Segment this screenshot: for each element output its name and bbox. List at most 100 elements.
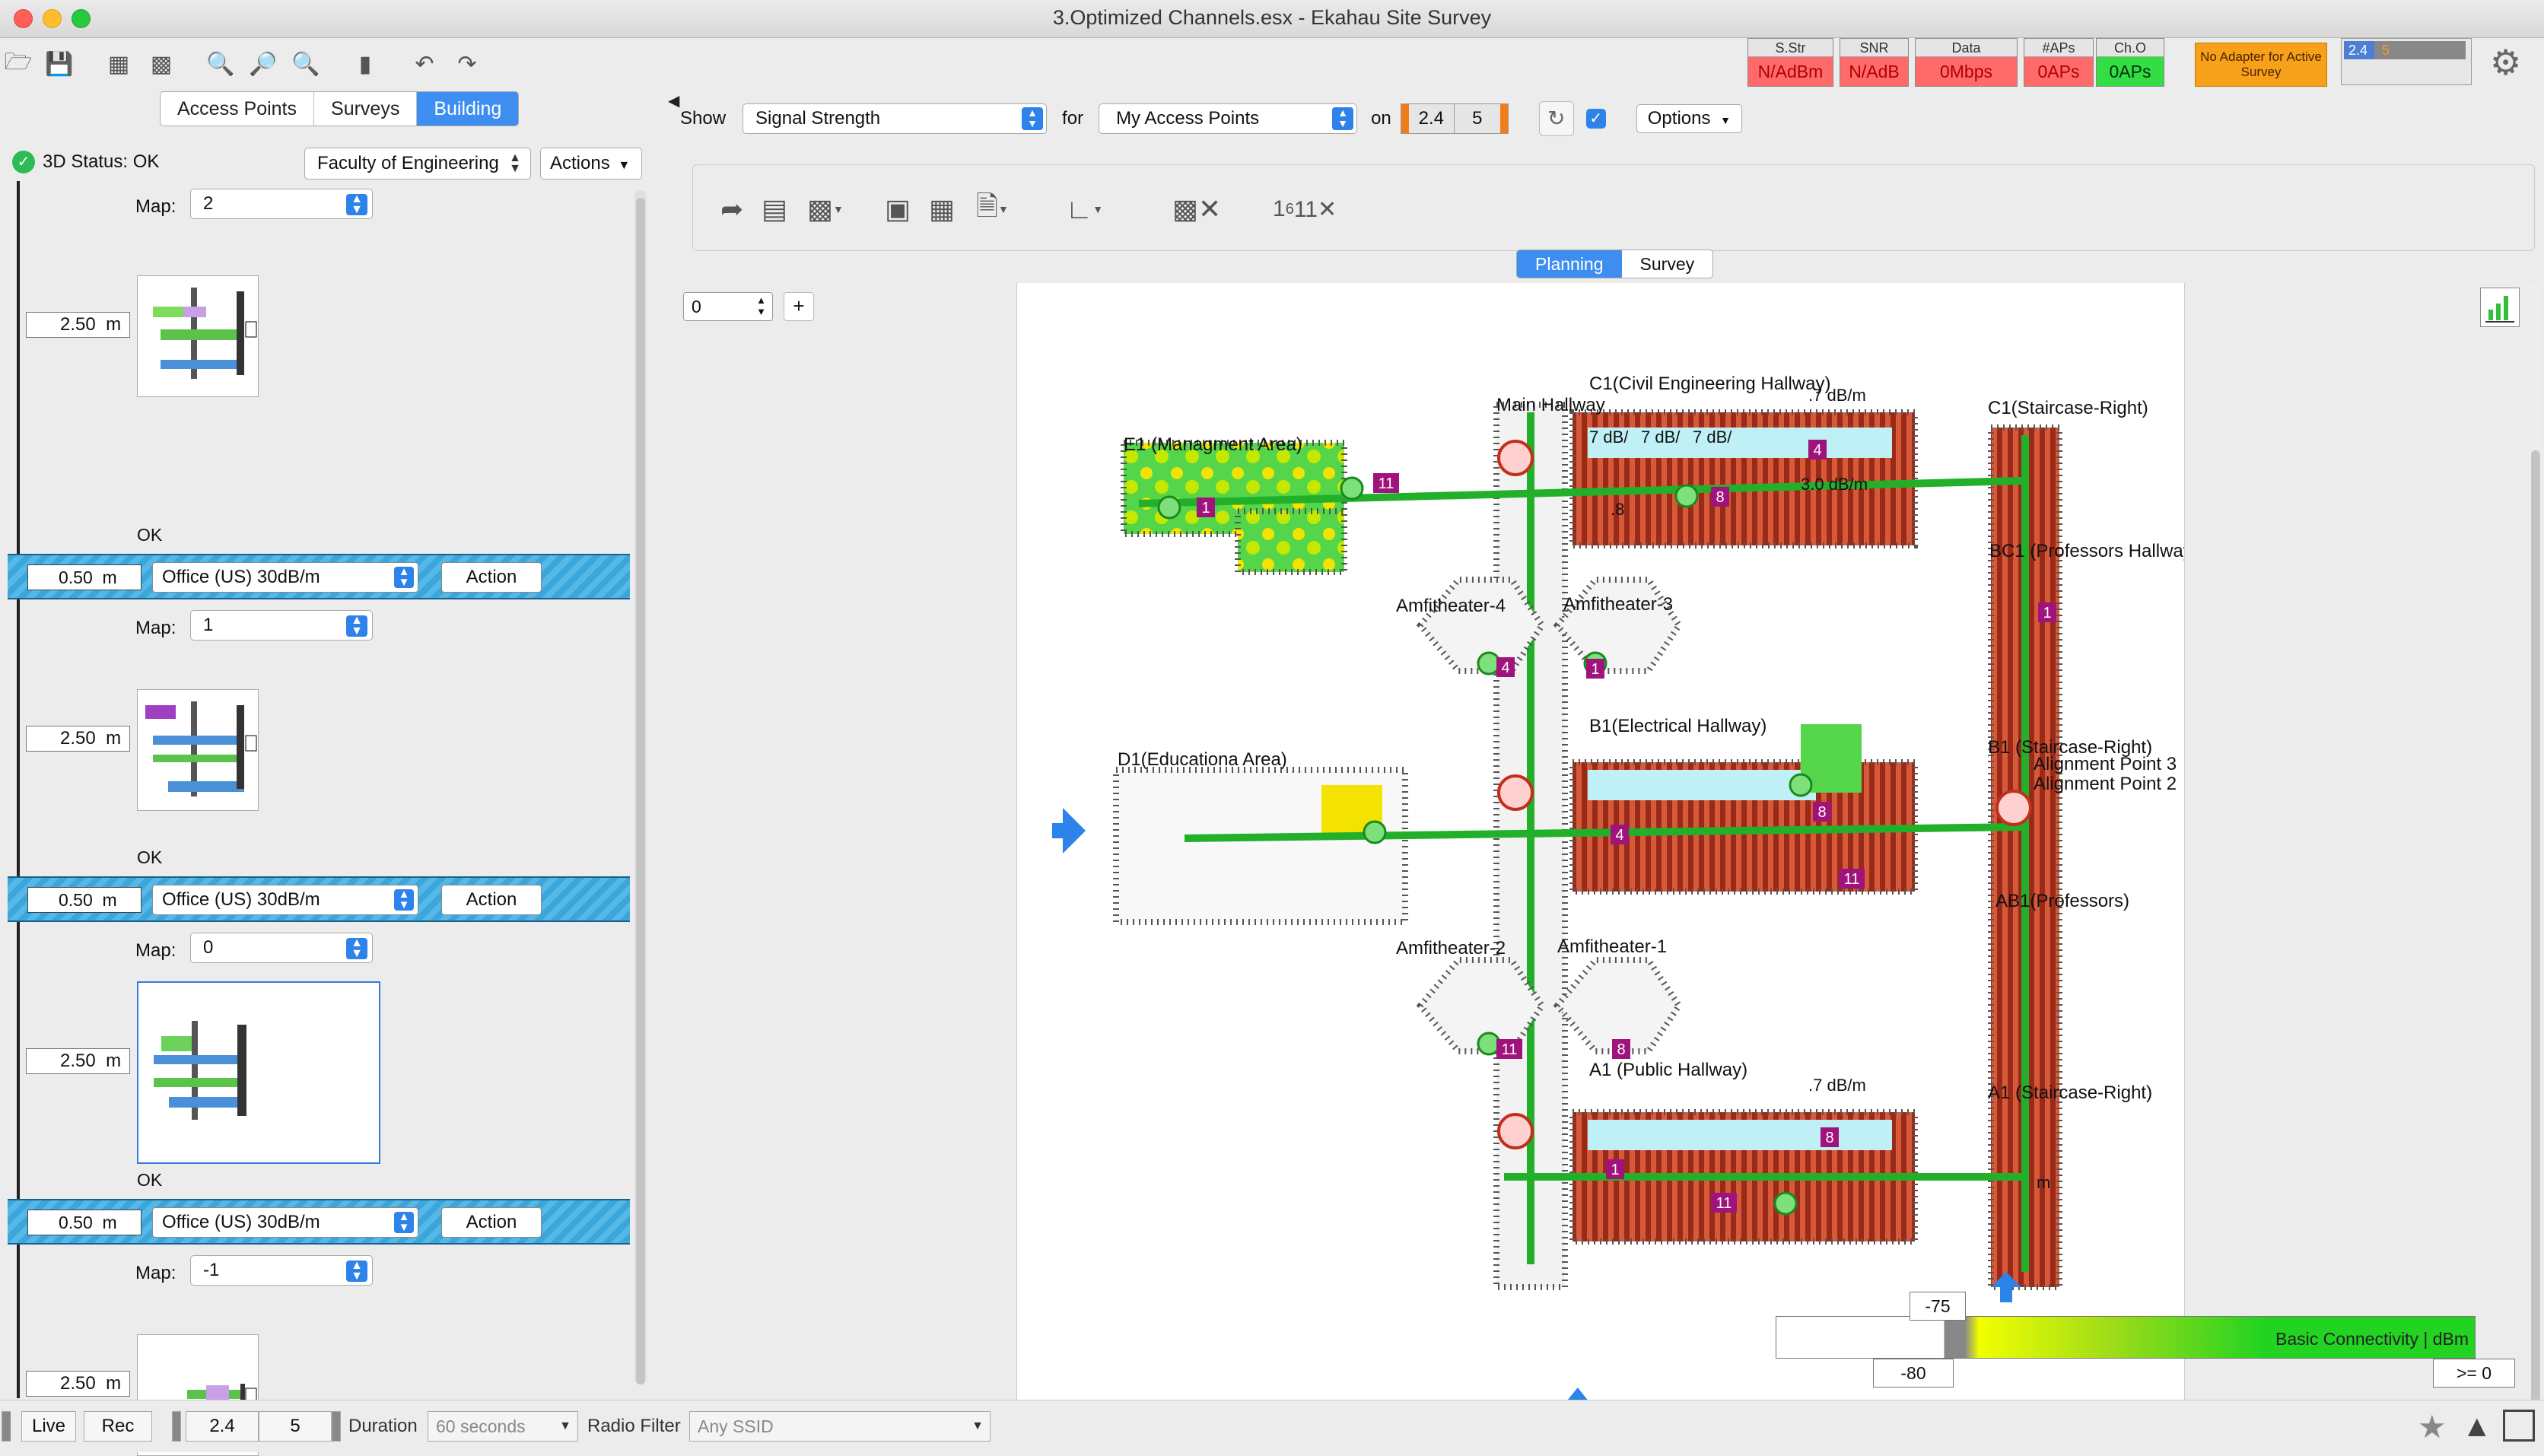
actions-button[interactable]: Actions ▼	[540, 148, 642, 180]
bottom-band-24-toggle[interactable]: 2.4	[186, 1411, 259, 1442]
floor-height-input[interactable]: 2.50 m	[26, 1371, 130, 1397]
entry-arrow-icon[interactable]	[1052, 808, 1086, 854]
no-adapter-notice[interactable]: No Adapter for Active Survey	[2195, 43, 2327, 87]
legend-threshold-handle[interactable]: -75	[1910, 1292, 1966, 1321]
unit-label: m	[106, 1373, 122, 1394]
channel-badge[interactable]: 1	[2038, 602, 2056, 622]
floor-height-input[interactable]: 2.50 m	[26, 726, 130, 752]
zoom-in-icon[interactable]: 🔍	[204, 47, 237, 81]
wall-type-icon[interactable]: ▩ ▼	[807, 188, 844, 230]
save-icon[interactable]: 💾	[43, 47, 76, 81]
ap-group-select[interactable]: My Access Points ▲ ▼	[1099, 103, 1358, 134]
export-icon[interactable]: ▩	[145, 47, 178, 81]
map-select-floor-0[interactable]: 0 ▲ ▼	[190, 933, 373, 963]
slab-action-button[interactable]: Action	[441, 562, 542, 593]
left-panel-scrollbar[interactable]	[634, 190, 647, 1384]
slab-action-button[interactable]: Action	[441, 885, 542, 915]
canvas-scrollbar[interactable]	[2530, 283, 2542, 1424]
visualization-select[interactable]: Signal Strength ▲ ▼	[743, 103, 1048, 134]
clear-channels-icon[interactable]: 1 6 11✕	[1273, 188, 1337, 230]
duration-label: Duration	[348, 1416, 418, 1436]
collapse-panel-icon[interactable]: ◀	[668, 91, 679, 110]
tab-survey[interactable]: Survey	[1622, 250, 1713, 278]
floor-height-input[interactable]: 2.50 m	[26, 312, 130, 338]
map-select-floor-2[interactable]: 2 ▲ ▼	[190, 189, 373, 219]
channel-badge[interactable]: 11	[1373, 473, 1399, 493]
floor-plan-canvas[interactable]: E1 (Managment Area) Main Hallway C1(Civi…	[1016, 283, 2185, 1400]
signal-legend[interactable]: Basic Connectivity | dBm	[1776, 1316, 2476, 1359]
zoom-out-icon[interactable]: 🔎	[246, 47, 280, 81]
bottom-band-5-toggle[interactable]: 5	[259, 1411, 332, 1442]
gear-icon[interactable]: ⚙	[2490, 42, 2521, 83]
floor-height-input[interactable]: 2.50 m	[26, 1048, 130, 1074]
legend-max-value[interactable]: >= 0	[2433, 1359, 2515, 1388]
channel-badge[interactable]: 8	[1821, 1127, 1839, 1147]
slab-action-button[interactable]: Action	[441, 1207, 542, 1238]
radio-filter-select[interactable]: Any SSID ▼	[689, 1411, 991, 1442]
star-icon[interactable]: ★	[2418, 1408, 2447, 1445]
channel-badge[interactable]: 11	[1711, 1193, 1737, 1213]
open-folder-icon[interactable]: 🗁	[2, 47, 35, 81]
options-button[interactable]: Options ▼	[1636, 104, 1743, 133]
select-pointer-icon[interactable]: ➦	[720, 188, 743, 230]
slab-material-select[interactable]: Office (US) 30dB/m ▲ ▼	[152, 885, 418, 915]
legend-min-value[interactable]: -80	[1873, 1359, 1954, 1388]
duration-select[interactable]: 60 seconds ▼	[428, 1411, 578, 1442]
wall-tool-icon[interactable]: ▤	[762, 188, 787, 230]
band-indicator[interactable]: 2.4 5	[2341, 38, 2472, 85]
redo-icon[interactable]: ↷	[450, 47, 484, 81]
refresh-icon[interactable]: ↻	[1538, 101, 1574, 136]
channel-badge[interactable]: 11	[1839, 869, 1865, 889]
clear-walls-icon[interactable]: ▩✕	[1172, 188, 1221, 230]
rec-button[interactable]: Rec	[84, 1411, 152, 1442]
heatmap-chart-icon[interactable]	[2480, 288, 2520, 327]
slab-material-select[interactable]: Office (US) 30dB/m ▲ ▼	[152, 1207, 418, 1238]
eject-icon[interactable]: ▲	[2462, 1410, 2492, 1444]
floor-offset-spinner[interactable]: 0 ▲ ▼	[683, 292, 773, 321]
channel-badge[interactable]: 1	[1606, 1159, 1624, 1179]
popout-icon[interactable]	[2503, 1410, 2535, 1442]
tab-building[interactable]: Building	[417, 92, 519, 126]
floor-height-value: 2.50	[60, 1373, 96, 1394]
zoom-fit-icon[interactable]: 🔍	[289, 47, 323, 81]
tab-surveys[interactable]: Surveys	[314, 92, 418, 126]
channel-badge[interactable]: 1	[1197, 498, 1215, 517]
selected-floor-thumbnail[interactable]	[137, 981, 380, 1164]
channel-badge[interactable]: 4	[1611, 825, 1629, 844]
map-select-floor-1[interactable]: 1 ▲ ▼	[190, 610, 373, 641]
add-floor-button[interactable]: +	[784, 292, 814, 321]
channel-badge[interactable]: 1	[1586, 659, 1604, 679]
floor-plan-map[interactable]: E1 (Managment Area) Main Hallway C1(Civi…	[1017, 283, 2185, 1400]
area-tool-icon[interactable]: ▦	[929, 188, 955, 230]
live-button[interactable]: Live	[21, 1411, 76, 1442]
channel-badge[interactable]: 8	[1711, 487, 1729, 507]
entry-arrow-icon[interactable]	[1564, 1388, 1591, 1400]
channel-badge[interactable]: 8	[1612, 1039, 1630, 1059]
tab-access-points[interactable]: Access Points	[161, 92, 315, 126]
map-select-floor-neg1[interactable]: -1 ▲ ▼	[190, 1255, 373, 1286]
floor-thumbnail[interactable]	[137, 689, 259, 811]
scrollbar-thumb[interactable]	[2531, 450, 2540, 1424]
enable-checkbox[interactable]: ✓	[1585, 109, 1606, 129]
channel-badge[interactable]: 4	[1808, 440, 1827, 459]
door-tool-icon[interactable]: ▣	[885, 188, 911, 230]
slab-material-select[interactable]: Office (US) 30dB/m ▲ ▼	[152, 562, 418, 593]
channel-badge[interactable]: 11	[1496, 1039, 1522, 1059]
band-24-toggle[interactable]: 2.4	[1409, 104, 1455, 133]
tab-planning[interactable]: Planning	[1517, 250, 1622, 278]
band-5-toggle[interactable]: 5	[1455, 104, 1500, 133]
channel-badge[interactable]: 4	[1496, 657, 1515, 677]
slab-thickness-input[interactable]: 0.50 m	[27, 564, 142, 590]
building-select[interactable]: Faculty of Engineering ▲ ▼	[304, 148, 531, 180]
document-tool-icon[interactable]: 🗎 ▼	[976, 188, 1009, 230]
slab-thickness-input[interactable]: 0.50 m	[27, 1210, 142, 1235]
table-icon[interactable]: ▦	[102, 47, 135, 81]
undo-icon[interactable]: ↶	[408, 47, 441, 81]
slab-thickness-input[interactable]: 0.50 m	[27, 887, 142, 913]
channel-badge[interactable]: 8	[1813, 802, 1831, 822]
band-selector[interactable]: 2.4 5	[1400, 103, 1509, 134]
corner-tool-icon[interactable]: ∟ ▼	[1066, 188, 1103, 230]
scrollbar-thumb[interactable]	[636, 198, 645, 1384]
floor-thumbnail[interactable]	[137, 275, 259, 397]
bar-chart-icon[interactable]: ▮	[348, 47, 382, 81]
